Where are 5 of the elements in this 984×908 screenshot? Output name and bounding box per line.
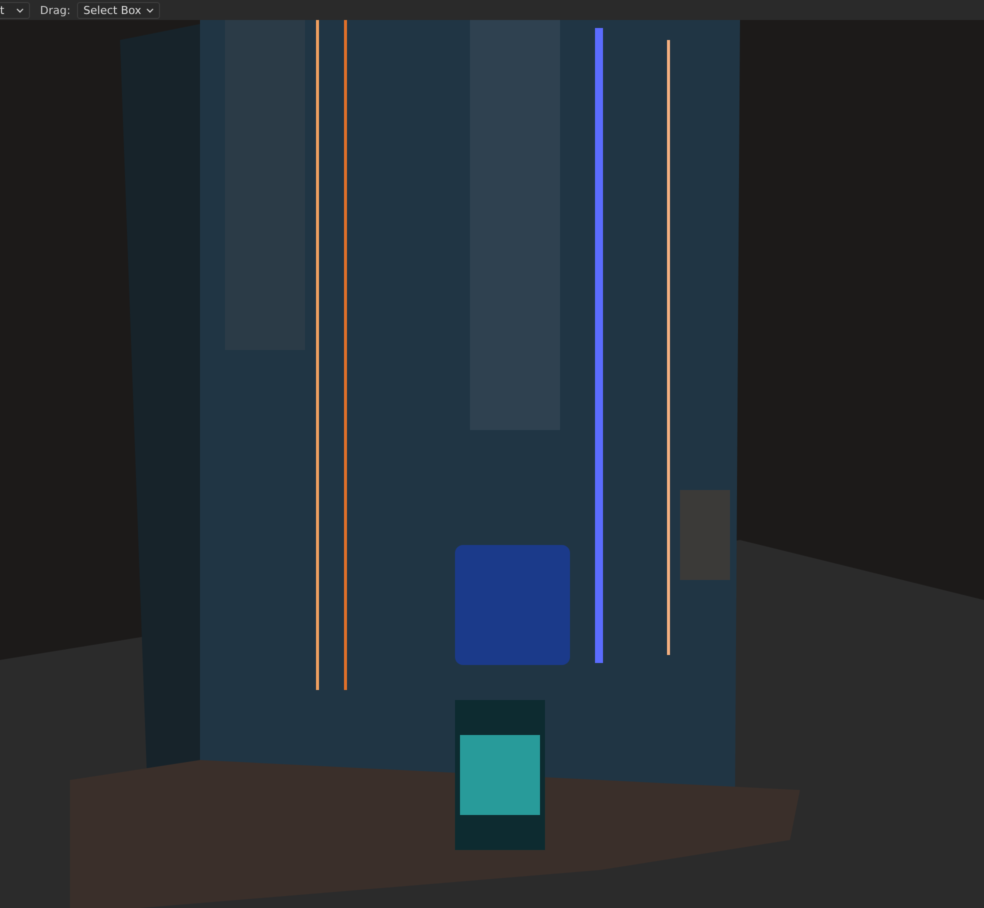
mode-dropdown[interactable]: t — [0, 2, 30, 18]
caret-icon — [146, 8, 154, 12]
drag-label: Drag: — [40, 4, 70, 16]
caret-icon — [16, 8, 24, 12]
drag-dropdown[interactable]: Select Box — [77, 2, 160, 18]
